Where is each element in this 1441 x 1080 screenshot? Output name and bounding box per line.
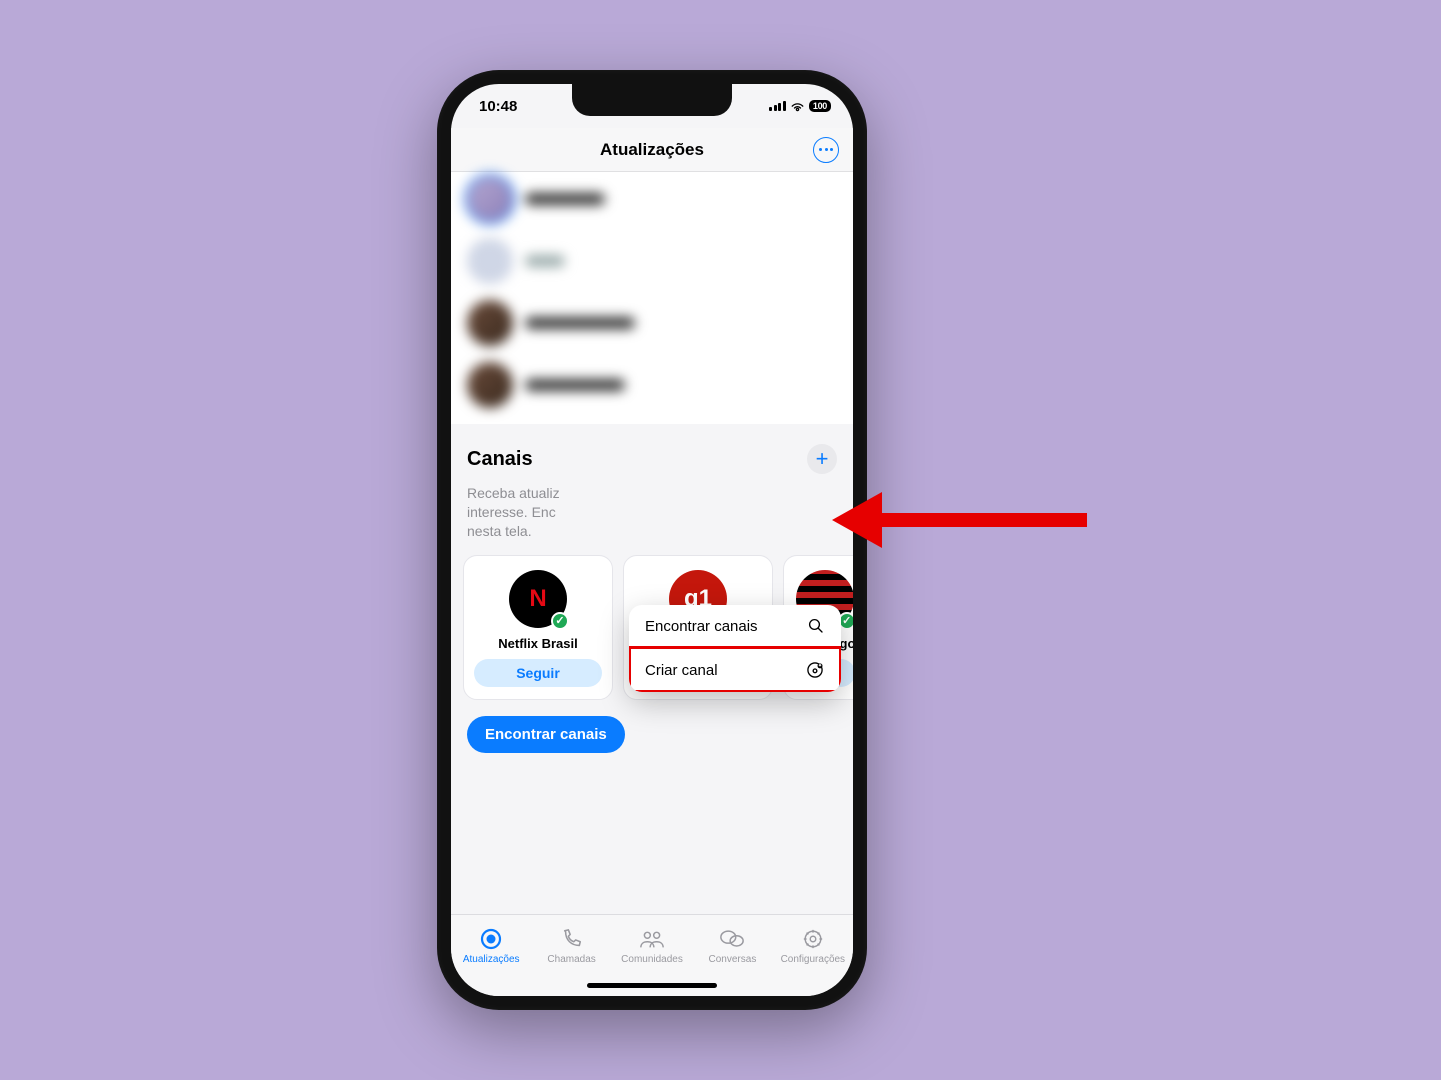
tab-label: Configurações <box>781 954 845 965</box>
find-channels-button[interactable]: Encontrar canais <box>467 716 625 753</box>
follow-button[interactable]: Seguir <box>474 659 602 687</box>
phone-icon <box>559 926 585 952</box>
desc-line: Receba atualiz <box>467 485 560 501</box>
channel-card-netflix[interactable]: N Netflix Brasil Seguir <box>463 555 613 700</box>
search-icon <box>807 617 825 635</box>
status-name <box>525 317 635 329</box>
avatar <box>467 238 513 284</box>
channel-name: Netflix Brasil <box>498 636 577 651</box>
status-right: 100 <box>769 100 831 112</box>
community-icon <box>639 926 665 952</box>
tab-calls[interactable]: Chamadas <box>531 915 611 976</box>
menu-item-create-channel[interactable]: Criar canal <box>629 647 841 692</box>
channels-header: Canais + <box>451 424 853 484</box>
channel-avatar: N <box>509 570 567 628</box>
avatar <box>467 362 513 408</box>
desc-line: interesse. Enc <box>467 504 556 520</box>
tab-label: Chamadas <box>547 954 595 965</box>
chat-icon <box>719 926 745 952</box>
clock: 10:48 <box>479 98 517 115</box>
screen: 10:48 100 Atualizações <box>451 84 853 996</box>
status-row[interactable] <box>451 354 853 416</box>
avatar <box>467 300 513 346</box>
tab-label: Atualizações <box>463 954 520 965</box>
menu-label: Criar canal <box>645 662 718 679</box>
tab-label: Comunidades <box>621 954 683 965</box>
annotation-arrow-icon <box>832 470 1092 570</box>
status-name <box>525 255 565 267</box>
desc-line: nesta tela. <box>467 523 532 539</box>
gear-icon <box>800 926 826 952</box>
channels-heading: Canais <box>467 448 533 471</box>
plus-icon: + <box>816 446 829 472</box>
megaphone-icon <box>805 660 825 680</box>
ellipsis-icon <box>819 148 833 151</box>
wifi-icon <box>790 101 805 112</box>
menu-label: Encontrar canais <box>645 618 758 635</box>
status-name <box>525 379 625 391</box>
phone-frame: 10:48 100 Atualizações <box>437 70 867 1010</box>
tab-updates[interactable]: Atualizações <box>451 915 531 976</box>
channels-section: Canais + Receba atualiz interesse. Enc n… <box>451 424 853 769</box>
tab-chats[interactable]: Conversas <box>692 915 772 976</box>
tab-settings[interactable]: Configurações <box>773 915 853 976</box>
home-indicator[interactable] <box>587 983 717 988</box>
channels-description: Receba atualiz interesse. Enc nesta tela… <box>451 484 853 555</box>
tab-communities[interactable]: Comunidades <box>612 915 692 976</box>
menu-item-find-channels[interactable]: Encontrar canais <box>629 605 841 647</box>
channel-initial: N <box>529 585 546 613</box>
cellular-signal-icon <box>769 101 786 111</box>
status-updates-section <box>451 172 853 424</box>
tab-label: Conversas <box>709 954 757 965</box>
status-name <box>525 193 605 205</box>
verified-badge-icon <box>551 612 569 630</box>
notch <box>572 84 732 116</box>
page-title: Atualizações <box>600 140 704 160</box>
updates-icon <box>478 926 504 952</box>
status-row[interactable] <box>451 292 853 354</box>
more-button[interactable] <box>813 137 839 163</box>
status-row[interactable] <box>451 230 853 292</box>
status-row[interactable] <box>451 172 853 230</box>
nav-header: Atualizações <box>451 128 853 172</box>
add-channel-menu: Encontrar canais Criar canal <box>629 605 841 692</box>
avatar <box>467 176 513 222</box>
battery-indicator: 100 <box>809 100 831 112</box>
